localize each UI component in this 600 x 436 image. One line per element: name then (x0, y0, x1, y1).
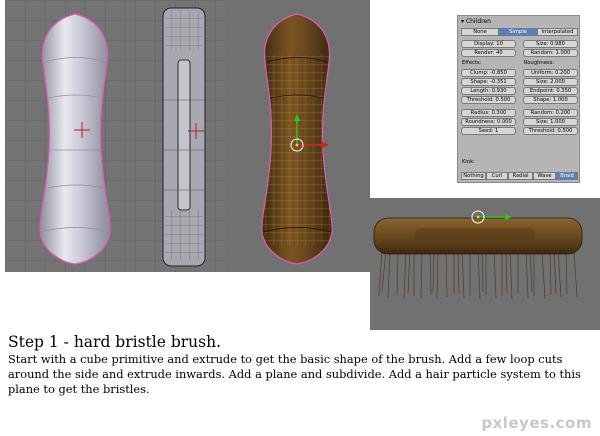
roundness-field[interactable]: Roundness: 0.000 (461, 118, 516, 126)
step-description: Start with a cube primitive and extrude … (8, 352, 581, 396)
effects-label: Effects: (462, 60, 482, 66)
brush-body-solid (39, 13, 111, 265)
viewport-side-wire[interactable] (135, 0, 225, 272)
collapse-triangle-icon: ▾ (461, 18, 465, 25)
seed-field[interactable]: Seed: 1 (461, 127, 516, 135)
size2-field[interactable]: Size: 1.000 (523, 118, 578, 126)
shape-field[interactable]: Shape: -0.351 (461, 78, 516, 86)
uniform-field[interactable]: Uniform: 0.200 (523, 69, 578, 77)
kink-label: Kink: (462, 159, 475, 165)
kink-nothing[interactable]: Nothing (461, 172, 486, 180)
random-field[interactable]: Random: 1.000 (523, 49, 578, 57)
endpoint-field[interactable]: Endpoint: 0.350 (523, 87, 578, 95)
viewport-top-textured[interactable] (225, 0, 370, 272)
display-field[interactable]: Display: 10 (461, 40, 516, 48)
step-title: Step 1 - hard bristle brush. (8, 333, 222, 351)
roughness-label: Roughness: (524, 60, 555, 66)
kink-radial[interactable]: Radial (508, 172, 533, 180)
child-mode-simple[interactable]: Simple (499, 28, 537, 36)
particle-children-panel: ▾ Children None Simple Interpolated Disp… (457, 15, 580, 183)
tutorial-caption: Step 1 - hard bristle brush. Start with … (8, 333, 593, 397)
size-field[interactable]: Size: 0.980 (523, 40, 578, 48)
render-field[interactable]: Render: 40 (461, 49, 516, 57)
site-watermark: pxleyes.com (481, 414, 592, 432)
kink-braid[interactable]: Braid (556, 172, 578, 180)
radius-field[interactable]: Radius: 0.300 (461, 109, 516, 117)
rough-size-field[interactable]: Size: 2.000 (523, 78, 578, 86)
length-field[interactable]: Length: 0.930 (461, 87, 516, 95)
threshold-field[interactable]: Threshold: 0.500 (461, 96, 516, 104)
kink-wave[interactable]: Wave (533, 172, 556, 180)
clump-field[interactable]: Clump: -0.850 (461, 69, 516, 77)
viewport-perspective-bristles[interactable] (370, 198, 600, 330)
child-mode-none[interactable]: None (461, 28, 499, 36)
screenshot-composite: ▾ Children None Simple Interpolated Disp… (0, 0, 600, 330)
panel-header[interactable]: ▾ Children (461, 18, 491, 25)
viewport-top-solid[interactable] (5, 0, 135, 272)
kink-curl[interactable]: Curl (486, 172, 508, 180)
random2-field[interactable]: Random: 0.200 (523, 109, 578, 117)
child-mode-interpolated[interactable]: Interpolated (537, 28, 578, 36)
rough-shape-field[interactable]: Shape: 1.000 (523, 96, 578, 104)
bristles (378, 249, 578, 300)
threshold2-field[interactable]: Threshold: 0.500 (523, 127, 578, 135)
